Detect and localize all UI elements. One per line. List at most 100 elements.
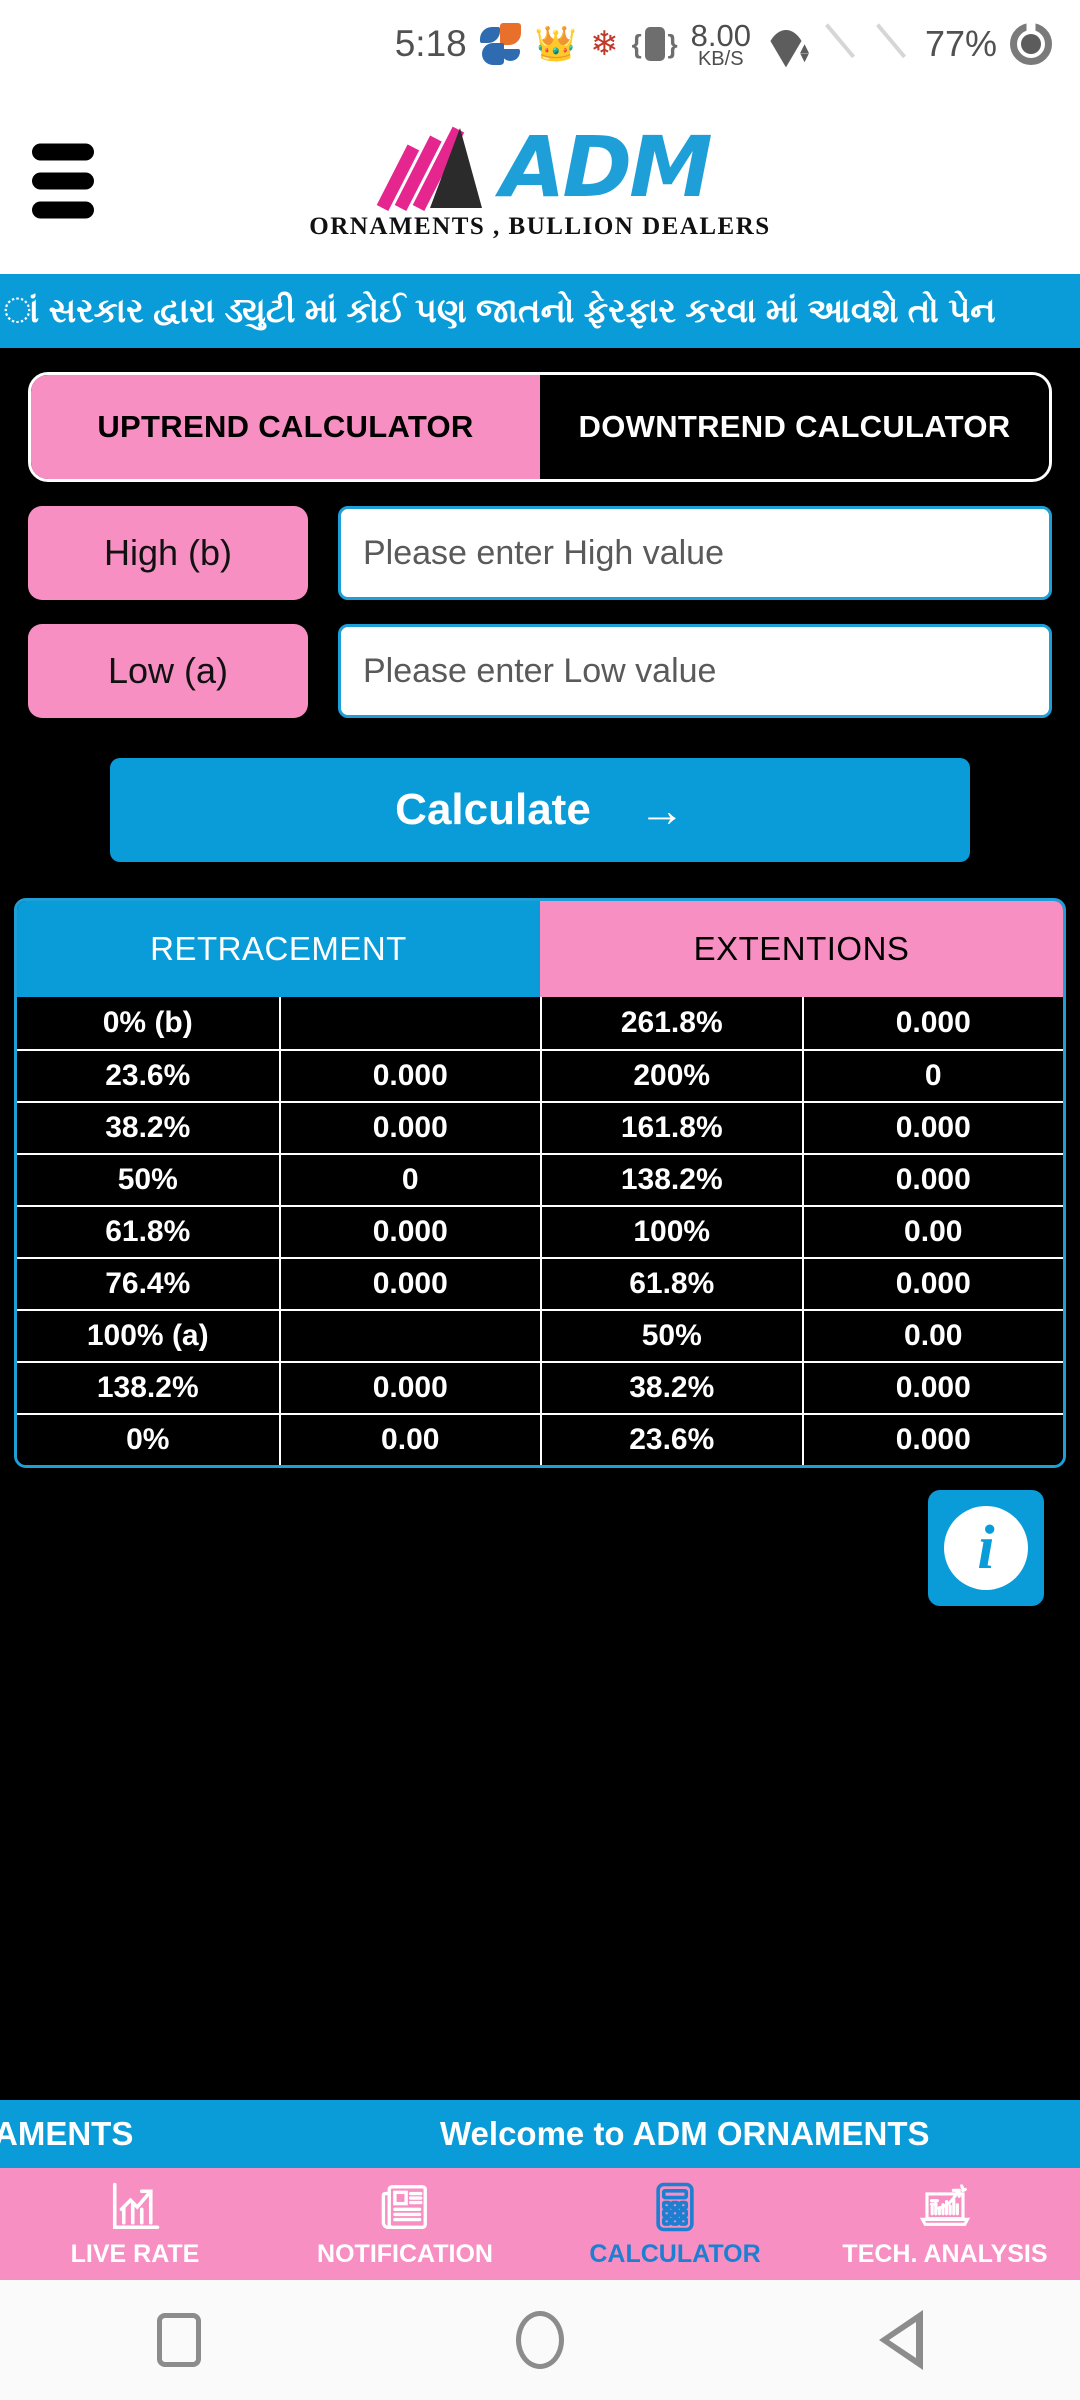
high-label: High (b) [28, 506, 308, 600]
calculate-button[interactable]: Calculate → [110, 758, 970, 862]
app-header: ADM ORNAMENTS , BULLION DEALERS [0, 88, 1080, 274]
network-speed-value: 8.00 [690, 17, 751, 53]
ganesh-icon: 👑 [534, 25, 578, 63]
extension-percent: 50% [540, 1311, 802, 1361]
retracement-percent: 38.2% [17, 1103, 279, 1153]
high-input[interactable]: Please enter High value [338, 506, 1052, 600]
newspaper-icon [377, 2180, 433, 2234]
table-row: 23.6% 0.000 200% 0 [17, 1049, 1063, 1101]
retracement-percent: 0% (b) [17, 997, 279, 1049]
tab-downtrend-calculator[interactable]: DOWNTREND CALCULATOR [540, 375, 1049, 479]
nav-item-label: TECH. ANALYSIS [842, 2239, 1048, 2268]
chart-growth-icon [107, 2180, 163, 2234]
retracement-value: 0 [278, 1155, 540, 1205]
extension-value: 0.00 [801, 1311, 1063, 1361]
android-system-nav [0, 2280, 1080, 2400]
low-label: Low (a) [28, 624, 308, 718]
extension-percent: 38.2% [540, 1363, 802, 1413]
retracement-percent: 50% [17, 1155, 279, 1205]
extension-value: 0.000 [801, 997, 1063, 1049]
extension-value: 0.00 [801, 1207, 1063, 1257]
table-row: 0% (b) 261.8% 0.000 [17, 997, 1063, 1049]
low-field-row: Low (a) Please enter Low value [28, 624, 1052, 718]
table-row: 100% (a) 50% 0.00 [17, 1309, 1063, 1361]
network-speed-unit: KB/S [697, 47, 744, 70]
footer: AMENTS Welcome to ADM ORNAMENTS LIVE RAT… [0, 2100, 1080, 2280]
nav-item-label: CALCULATOR [589, 2239, 761, 2268]
vibrate-icon: {} [631, 27, 678, 61]
bottom-marquee-tail: AMENTS [0, 2115, 134, 2152]
table-row: 61.8% 0.000 100% 0.00 [17, 1205, 1063, 1257]
extension-percent: 23.6% [540, 1415, 802, 1465]
battery-icon [1010, 23, 1052, 65]
retracement-percent: 100% (a) [17, 1311, 279, 1361]
sim2-no-signal-icon [874, 23, 912, 64]
retracement-value: 0.00 [278, 1415, 540, 1465]
retracement-value: 0.000 [278, 1051, 540, 1101]
back-triangle-icon[interactable] [878, 2310, 923, 2370]
header-extentions: EXTENTIONS [540, 901, 1063, 997]
calculate-button-label: Calculate [395, 785, 591, 834]
bottom-navigation-bar: LIVE RATE NOTIFICATION CALCULATOR TECH. ANA… [0, 2168, 1080, 2280]
battery-percent: 77% [924, 23, 997, 64]
laptop-chart-icon [917, 2180, 973, 2234]
top-marquee-banner: ાં સરકાર દ્વારા ડ્યુટી માં કોઈ પણ જાતનો … [0, 274, 1080, 348]
hamburger-menu-icon[interactable] [32, 143, 94, 219]
high-field-row: High (b) Please enter High value [28, 506, 1052, 600]
bottom-marquee-banner: AMENTS Welcome to ADM ORNAMENTS [0, 2100, 1080, 2168]
retracement-value: 0.000 [278, 1207, 540, 1257]
fibonacci-table: RETRACEMENT EXTENTIONS 0% (b) 261.8% 0.000… [14, 898, 1066, 1468]
main-content: UPTREND CALCULATOR DOWNTREND CALCULATOR … [0, 372, 1080, 1606]
top-marquee-text: ાં સરકાર દ્વારા ડ્યુટી માં કોઈ પણ જાતનો … [4, 291, 996, 330]
extension-percent: 161.8% [540, 1103, 802, 1153]
network-speed-icon: 8.00 KB/S [691, 20, 751, 69]
info-button[interactable]: i [928, 1490, 1044, 1606]
retracement-percent: 138.2% [17, 1363, 279, 1413]
sh-app-icon [479, 23, 522, 65]
logo-mark-icon [370, 122, 490, 211]
table-row: 76.4% 0.000 61.8% 0.000 [17, 1257, 1063, 1309]
retracement-percent: 76.4% [17, 1259, 279, 1309]
status-bar: 5:18 👑 ❄ {} 8.00 KB/S ▲ ▼ 77% [0, 0, 1080, 88]
brand-name: ADM [500, 117, 712, 216]
nav-item-label: LIVE RATE [70, 2239, 200, 2268]
status-time: 5:18 [394, 23, 467, 64]
nav-item-notification[interactable]: NOTIFICATION [270, 2168, 540, 2280]
info-button-area: i [0, 1468, 1080, 1606]
recents-square-icon[interactable] [157, 2313, 202, 2367]
retracement-percent: 61.8% [17, 1207, 279, 1257]
app-screen: 5:18 👑 ❄ {} 8.00 KB/S ▲ ▼ 77% ADM ORNAME… [0, 0, 1080, 2400]
fibonacci-table-body: 0% (b) 261.8% 0.000 23.6% 0.000 200% 0 38.2% 0.0… [17, 997, 1063, 1465]
flower-icon: ❄ [590, 25, 619, 63]
calculator-tab-group: UPTREND CALCULATOR DOWNTREND CALCULATOR [28, 372, 1052, 482]
low-input[interactable]: Please enter Low value [338, 624, 1052, 718]
table-row: 138.2% 0.000 38.2% 0.000 [17, 1361, 1063, 1413]
extension-value: 0.000 [801, 1259, 1063, 1309]
extension-percent: 138.2% [540, 1155, 802, 1205]
high-input-placeholder: Please enter High value [363, 533, 725, 572]
extension-percent: 100% [540, 1207, 802, 1257]
sim1-no-signal-icon [823, 23, 861, 64]
retracement-value: 0.000 [278, 1103, 540, 1153]
calculator-icon [647, 2180, 703, 2234]
extension-percent: 200% [540, 1051, 802, 1101]
extension-value: 0 [801, 1051, 1063, 1101]
home-circle-icon[interactable] [515, 2311, 564, 2369]
header-retracement: RETRACEMENT [17, 901, 540, 997]
retracement-value: 0.000 [278, 1259, 540, 1309]
fibonacci-table-header: RETRACEMENT EXTENTIONS [17, 901, 1063, 997]
nav-item-calculator[interactable]: CALCULATOR [540, 2168, 810, 2280]
nav-item-label: NOTIFICATION [317, 2239, 493, 2268]
table-row: 38.2% 0.000 161.8% 0.000 [17, 1101, 1063, 1153]
info-icon: i [944, 1506, 1028, 1590]
wifi-icon: ▲ ▼ [763, 24, 812, 68]
retracement-percent: 23.6% [17, 1051, 279, 1101]
table-row: 50% 0 138.2% 0.000 [17, 1153, 1063, 1205]
tab-uptrend-calculator[interactable]: UPTREND CALCULATOR [31, 375, 540, 479]
nav-item-tech-analysis[interactable]: TECH. ANALYSIS [810, 2168, 1080, 2280]
nav-item-live-rate[interactable]: LIVE RATE [0, 2168, 270, 2280]
extension-value: 0.000 [801, 1155, 1063, 1205]
extension-value: 0.000 [801, 1415, 1063, 1465]
retracement-value: 0.000 [278, 1363, 540, 1413]
extension-value: 0.000 [801, 1363, 1063, 1413]
